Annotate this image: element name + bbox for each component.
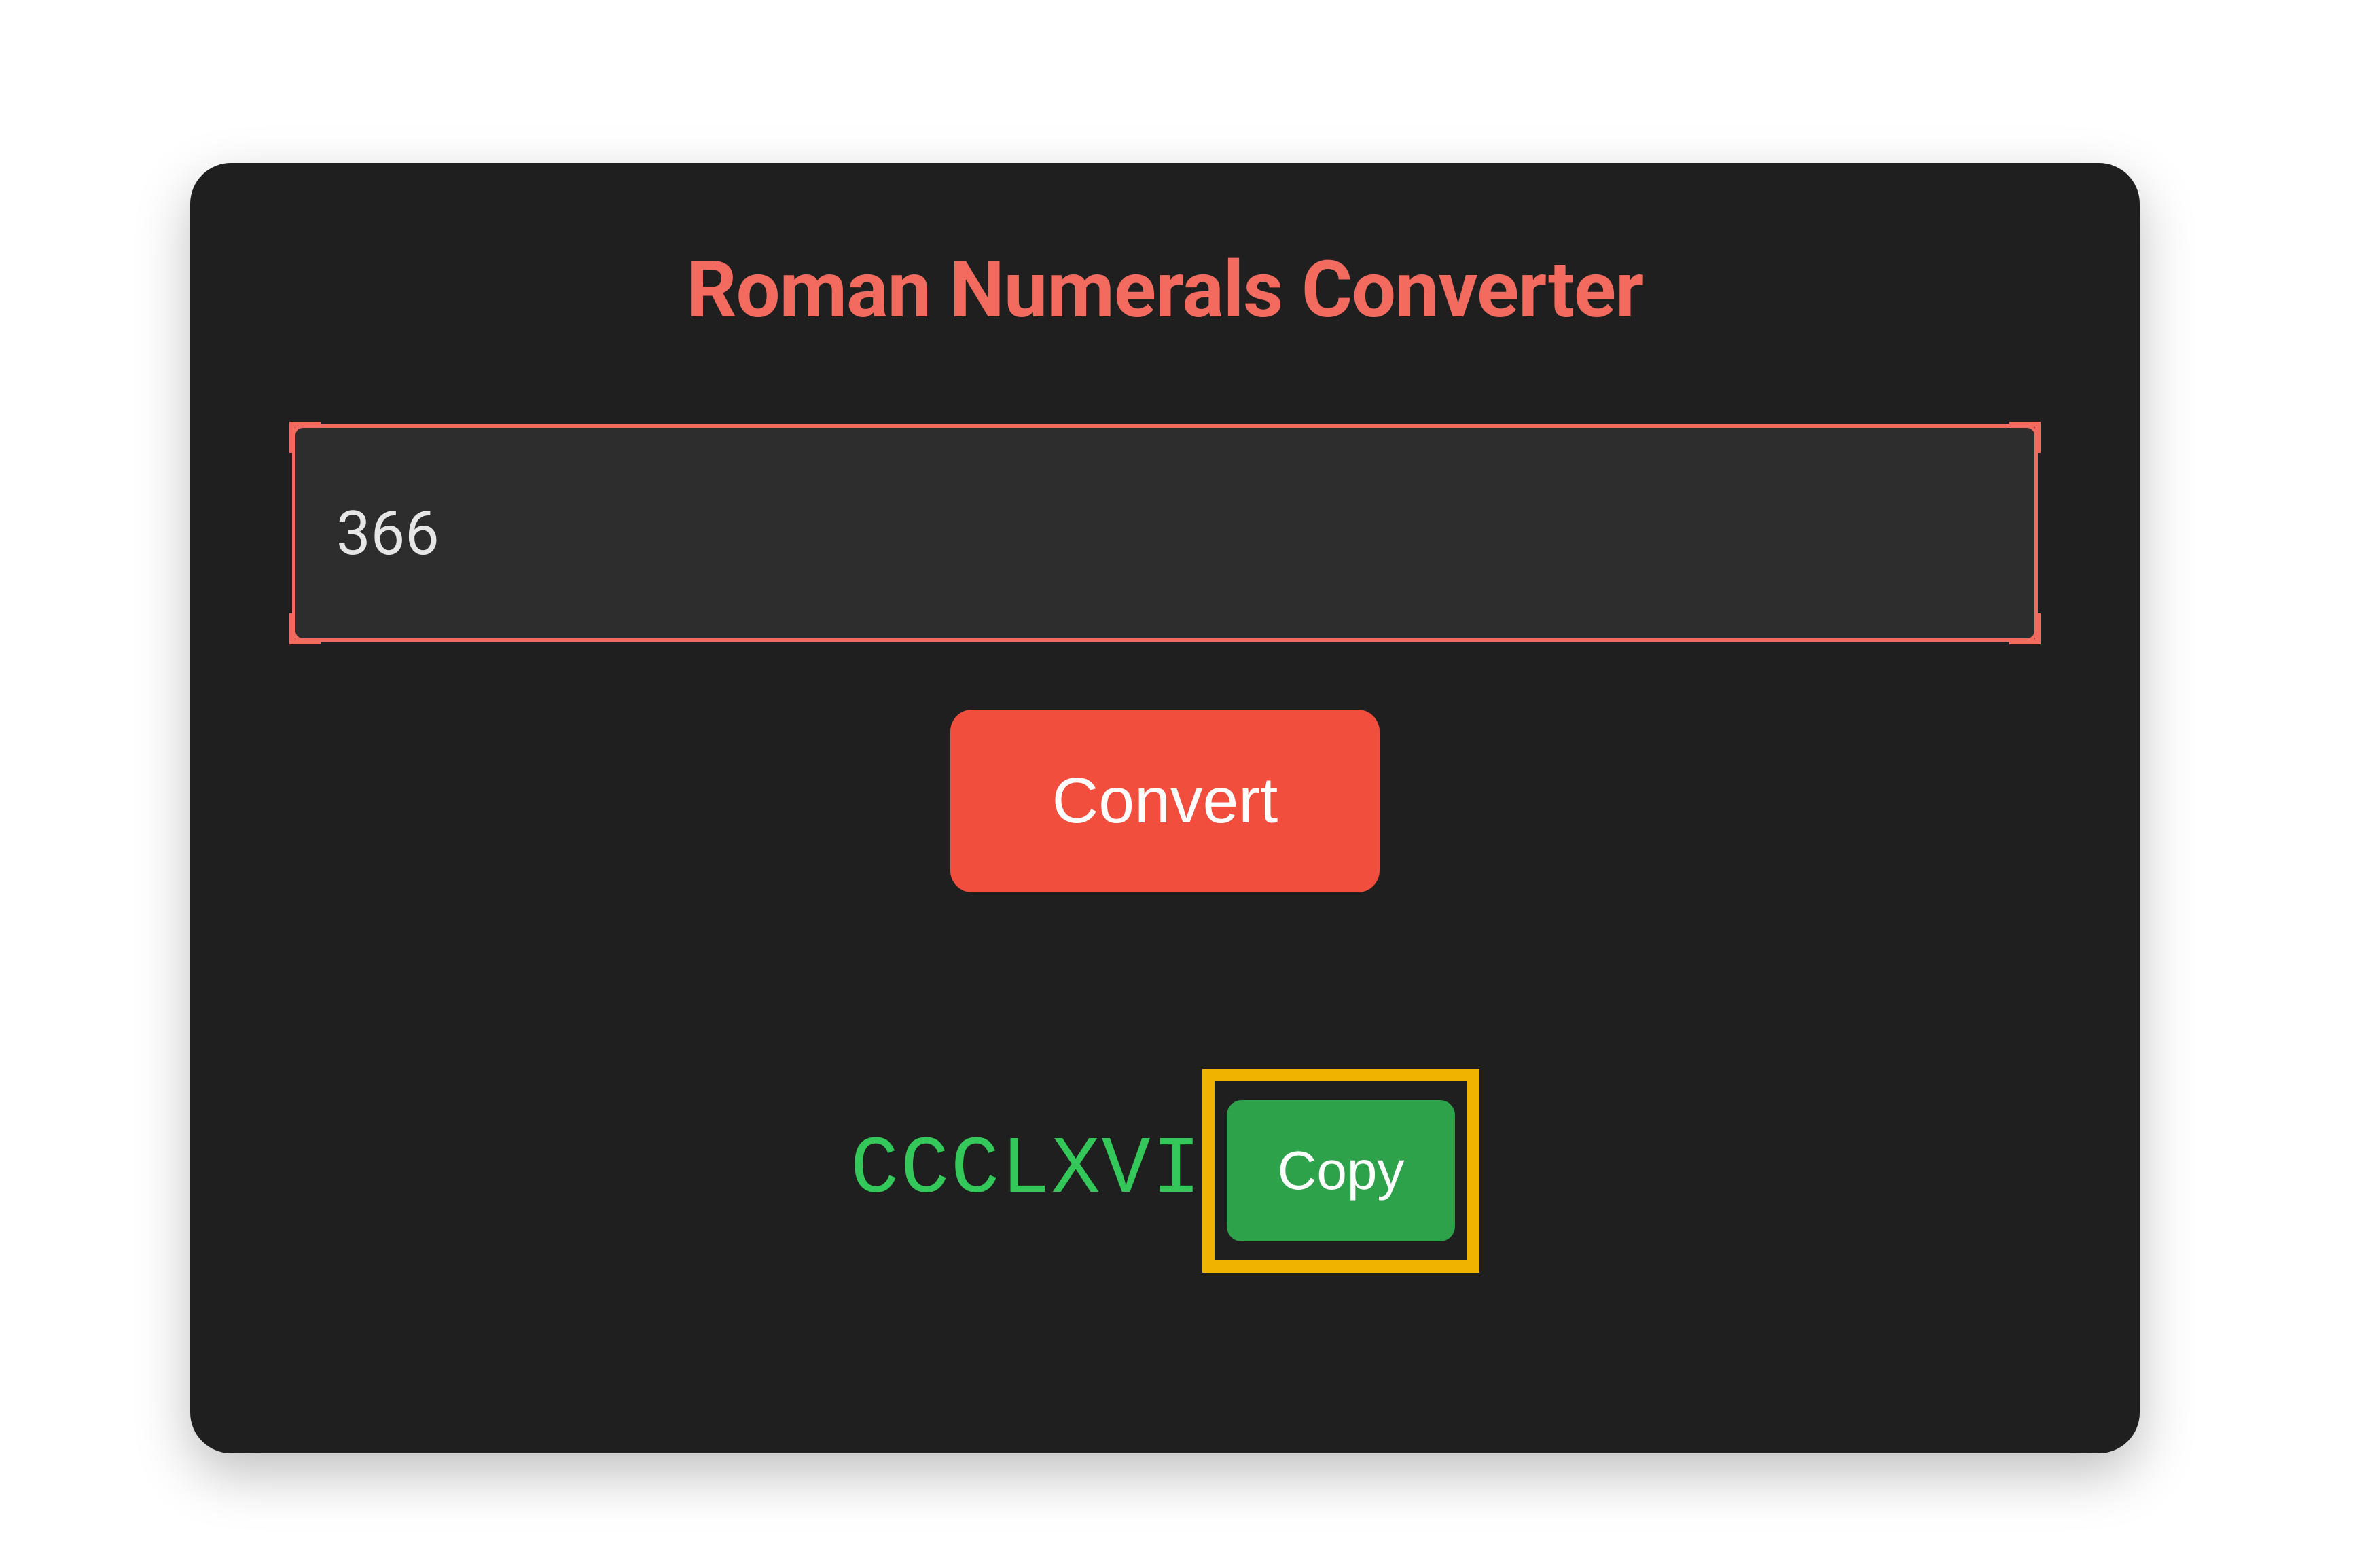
- result-row: CCCLXVI Copy: [850, 1069, 1480, 1273]
- input-wrapper: [292, 424, 2038, 642]
- converter-card: Roman Numerals Converter Convert CCCLXVI…: [190, 163, 2140, 1453]
- number-input[interactable]: [292, 424, 2038, 642]
- copy-button-highlight: Copy: [1202, 1069, 1480, 1273]
- convert-button[interactable]: Convert: [950, 710, 1380, 892]
- result-text: CCCLXVI: [850, 1125, 1202, 1217]
- copy-button[interactable]: Copy: [1227, 1100, 1456, 1241]
- app-title: Roman Numerals Converter: [687, 244, 1643, 336]
